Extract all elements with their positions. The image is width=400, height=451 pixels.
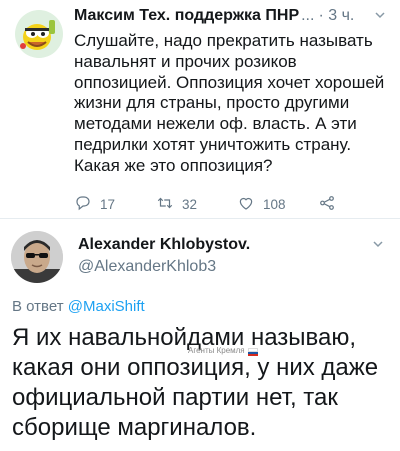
author-avatar-photo-icon[interactable] [11,231,63,283]
share-button[interactable] [318,194,344,215]
replying-to-label: В ответ [12,298,64,315]
russian-flag-icon [247,347,258,356]
replying-to-line: В ответ @MaxiShift [12,298,145,315]
watermark-text: Агенты Кремля [188,346,245,355]
chevron-down-icon[interactable] [372,237,384,253]
heart-icon [237,194,263,215]
chevron-down-icon[interactable] [374,8,386,24]
author-avatar-cartoon-icon[interactable] [15,10,63,58]
tweet-original[interactable]: Максим Тех. поддержка ПНР... · 3 ч. Слуша… [0,0,400,218]
tweet-timestamp[interactable]: · 3 ч. [318,7,354,24]
reply-author-handle[interactable]: @AlexanderKhlob3 [78,258,216,276]
replying-to-mention-link[interactable]: @MaxiShift [68,298,145,315]
tweet-header: Максим Тех. поддержка ПНР... · 3 ч. [74,7,386,31]
like-button[interactable]: 108 [237,194,286,215]
reply-author-name[interactable]: Alexander Khlobystov. [78,236,250,254]
like-count: 108 [263,197,286,212]
share-icon [318,194,344,215]
watermark: Агенты Кремля [188,346,258,356]
retweet-button[interactable]: 32 [156,194,197,215]
tweet-text: Слушайте, надо прекратить называть навал… [74,31,385,175]
tweet-actions: 17 32 108 [74,194,334,214]
reply-icon [74,194,100,215]
name-truncation-ellipsis: ... [301,7,315,24]
author-name[interactable]: Максим Тех. поддержка ПНР [74,7,299,24]
retweet-icon [156,194,182,215]
retweet-count: 32 [182,197,198,212]
reply-button[interactable]: 17 [74,194,115,215]
reply-tweet-text: Я их навальнойдами называю, какая они оп… [12,324,379,441]
tweet-divider [0,218,400,219]
reply-count: 17 [100,197,116,212]
